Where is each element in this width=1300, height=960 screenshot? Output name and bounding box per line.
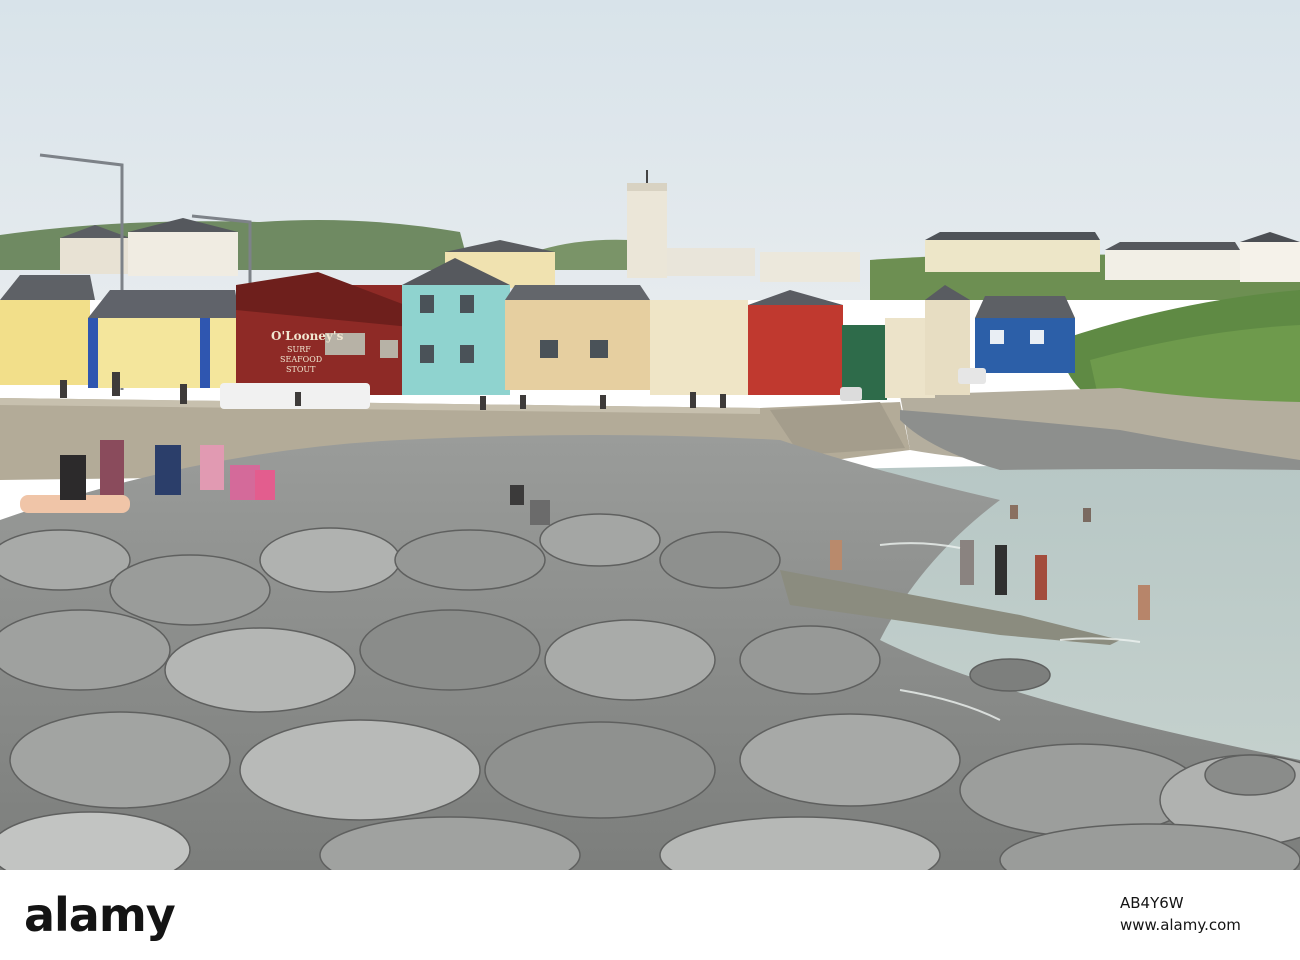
stock-url: www.alamy.com	[1120, 916, 1241, 934]
blue-house	[975, 318, 1075, 373]
image-id: AB4Y6W	[1120, 894, 1184, 912]
pub-sign-line: SURF	[287, 345, 311, 354]
alamy-logo: alamy	[24, 888, 176, 942]
pub-sign-line: STOUT	[286, 365, 316, 374]
cyan-house	[402, 285, 510, 395]
pub-sign-line: SEAFOOD	[280, 355, 322, 364]
pub-sign-name: O'Looney's	[271, 329, 344, 343]
stock-footer: alamy AB4Y6W www.alamy.com	[0, 870, 1300, 960]
beach-photo: O'Looney's SURF SEAFOOD STOUT	[0, 0, 1300, 870]
church-tower	[627, 183, 667, 278]
